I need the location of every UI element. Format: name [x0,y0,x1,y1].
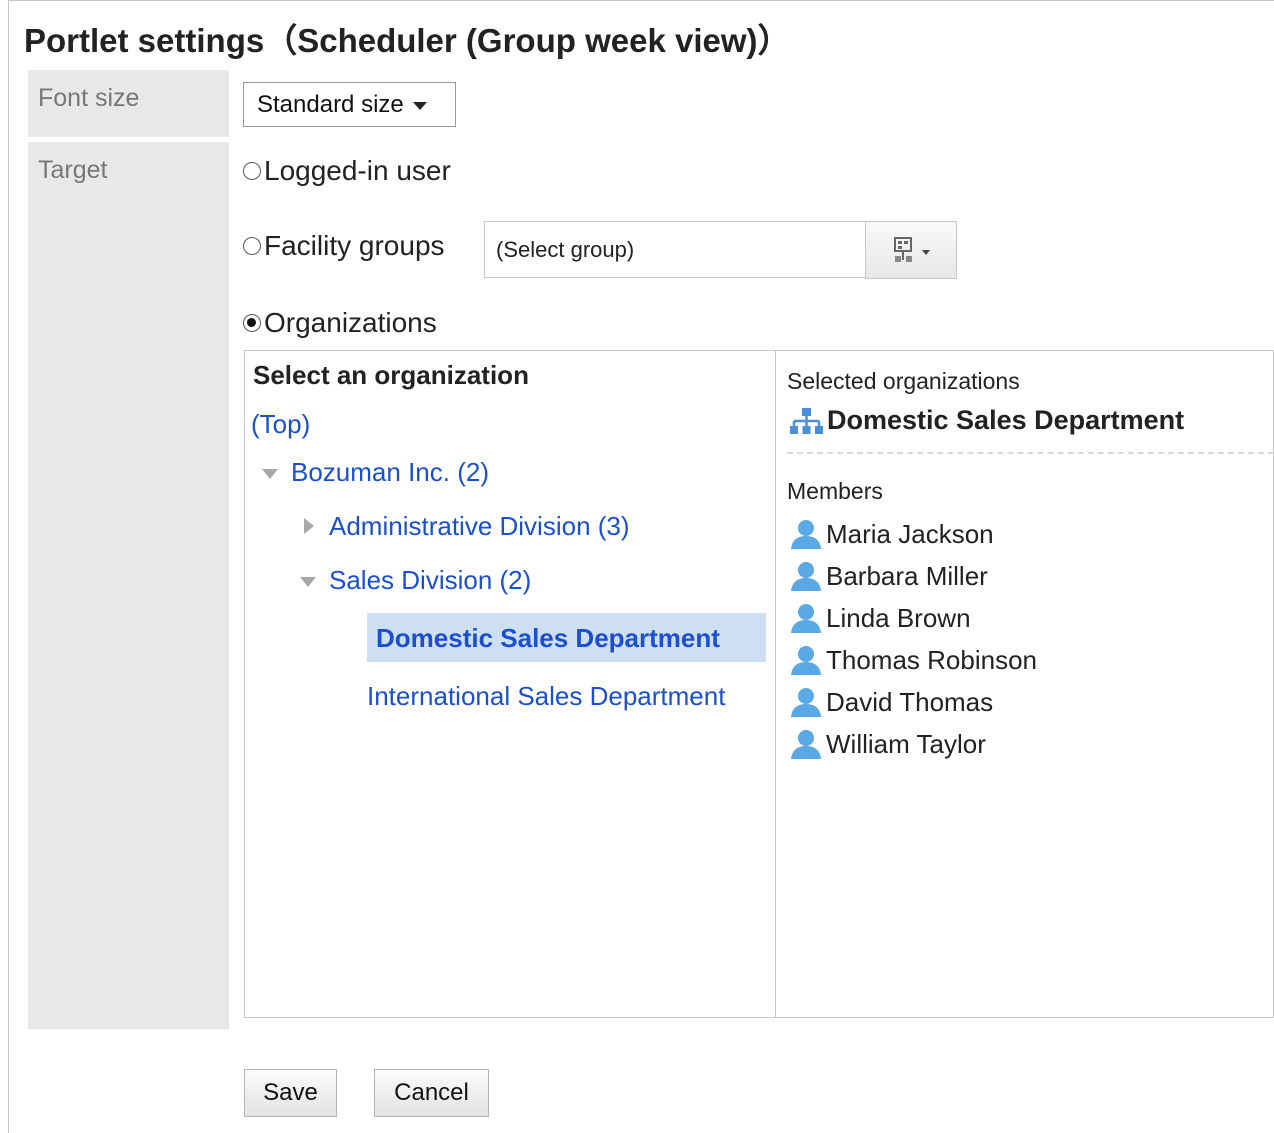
collapsed-triangle-icon[interactable] [304,518,314,534]
selected-org-name: Domestic Sales Department [827,405,1185,435]
tree-item-international-sales[interactable]: International Sales Department [367,681,725,712]
group-select-button[interactable] [865,221,957,279]
selected-org: Domestic Sales Department [789,405,1184,436]
font-size-label: Font size [28,70,229,137]
tree-top-link[interactable]: (Top) [251,409,310,440]
org-chart-icon [790,407,823,434]
radio-button[interactable] [243,237,261,255]
tree-item-domestic-sales[interactable]: Domestic Sales Department [367,613,766,662]
radio-label: Facility groups [264,230,445,261]
font-size-select[interactable]: Standard size [243,82,456,127]
member-name: William Taylor [826,728,986,759]
member-item: William Taylor [789,728,986,760]
expanded-triangle-icon[interactable] [262,469,278,479]
save-button[interactable]: Save [244,1069,337,1117]
radio-logged-in-user[interactable]: Logged-in user [243,155,451,187]
member-item: Maria Jackson [789,518,994,550]
member-name: Maria Jackson [826,518,994,549]
cancel-button[interactable]: Cancel [374,1069,489,1117]
panel-divider [775,350,776,1018]
member-item: David Thomas [789,686,993,718]
radio-organizations[interactable]: Organizations [243,307,437,339]
chevron-down-icon [412,101,427,110]
member-item: Thomas Robinson [789,644,1037,676]
radio-facility-groups[interactable]: Facility groups [243,230,445,262]
font-size-value: Standard size [257,90,404,118]
selected-orgs-label: Selected organizations [787,368,1020,394]
tree-item-sales-division[interactable]: Sales Division (2) [329,565,531,596]
group-select-icon [893,237,912,262]
radio-label: Logged-in user [264,155,451,186]
user-icon [791,646,821,675]
user-icon [791,562,821,591]
member-item: Linda Brown [789,602,971,634]
members-label: Members [787,478,883,504]
expanded-triangle-icon[interactable] [300,577,316,587]
user-icon [791,688,821,717]
org-panel-title: Select an organization [253,360,529,390]
member-name: Thomas Robinson [826,644,1037,675]
member-name: Barbara Miller [826,560,988,591]
target-label: Target [28,142,229,1029]
radio-label: Organizations [264,307,437,338]
member-name: David Thomas [826,686,994,717]
chevron-down-icon [921,249,930,255]
dashed-divider [787,452,1274,454]
member-name: Linda Brown [826,602,971,633]
radio-button[interactable] [243,162,261,180]
tree-item-administrative-division[interactable]: Administrative Division (3) [329,511,630,542]
tree-item-bozuman[interactable]: Bozuman Inc. (2) [291,457,489,488]
facility-group-value: (Select group) [496,236,635,262]
page-title: Portlet settings（Scheduler (Group week v… [24,22,791,59]
user-icon [791,730,821,759]
radio-button[interactable] [243,314,261,332]
user-icon [791,604,821,633]
user-icon [791,520,821,549]
member-item: Barbara Miller [789,560,988,592]
facility-group-field[interactable]: (Select group) [484,221,866,278]
